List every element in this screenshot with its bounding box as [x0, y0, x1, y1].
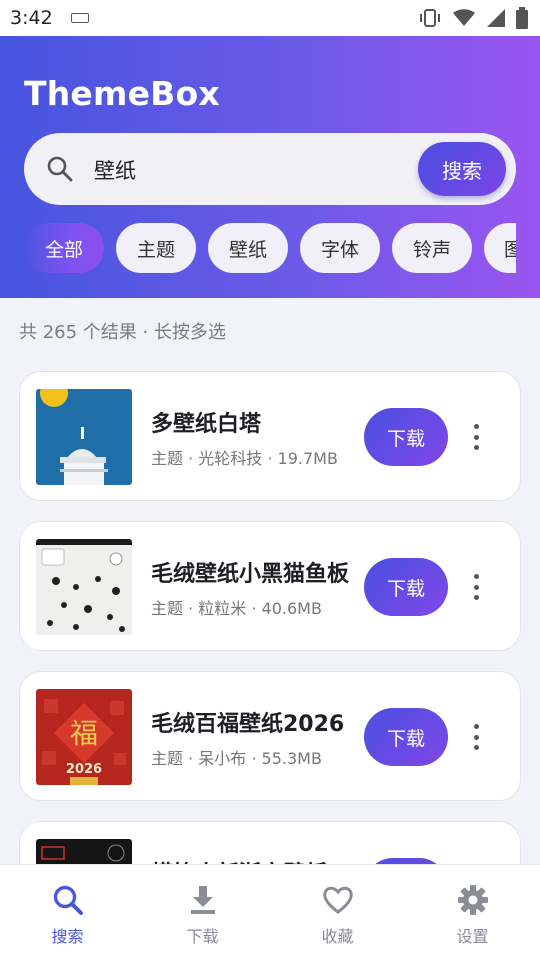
nav-label: 设置 — [456, 927, 489, 946]
app-title: ThemeBox — [24, 74, 220, 113]
nav-download[interactable]: 下载 — [135, 865, 270, 960]
more-options-icon[interactable] — [464, 422, 488, 452]
nav-label: 搜索 — [51, 927, 84, 946]
search-bar[interactable]: 壁纸 搜索 — [24, 133, 516, 205]
year-text: 2026 — [66, 762, 102, 777]
bottom-navigation: 搜索 下载 收藏 设置 — [0, 864, 540, 960]
wifi-icon — [453, 9, 475, 26]
more-options-icon[interactable] — [464, 572, 488, 602]
search-input[interactable]: 壁纸 — [94, 155, 136, 185]
nav-label: 收藏 — [321, 927, 354, 946]
search-button[interactable]: 搜索 — [418, 142, 506, 196]
header: ThemeBox 壁纸 搜索 全部 主题 壁纸 字体 铃声 图 — [0, 36, 540, 298]
search-icon — [53, 885, 83, 915]
item-title: 毛绒壁纸小黑猫鱼板 — [151, 562, 350, 587]
nav-search[interactable]: 搜索 — [0, 865, 135, 960]
item-meta: 主题 · 粒粒米 · 40.6MB — [151, 599, 322, 618]
download-button[interactable]: 下载 — [364, 408, 448, 466]
more-options-icon[interactable] — [464, 722, 488, 752]
item-meta: 主题 · 呆小布 · 55.3MB — [151, 749, 322, 768]
fu-character: 福 — [70, 717, 98, 750]
chip-font[interactable]: 字体 — [300, 223, 380, 273]
keyboard-icon — [70, 13, 89, 23]
chip-more[interactable]: 图 — [484, 223, 516, 273]
heart-icon — [322, 886, 353, 914]
chip-theme[interactable]: 主题 — [116, 223, 196, 273]
search-icon — [47, 156, 73, 182]
item-thumbnail: 福 2026 — [36, 689, 132, 785]
download-button[interactable]: 下载 — [364, 708, 448, 766]
nav-favorites[interactable]: 收藏 — [270, 865, 405, 960]
signal-icon — [487, 9, 505, 27]
result-card[interactable]: 毛绒壁纸小黑猫鱼板 主题 · 粒粒米 · 40.6MB 下载 — [19, 521, 521, 651]
item-title: 多壁纸白塔 — [151, 412, 262, 437]
chip-ringtone[interactable]: 铃声 — [392, 223, 472, 273]
chip-wallpaper[interactable]: 壁纸 — [208, 223, 288, 273]
item-title: 毛绒百福壁纸2026 — [151, 712, 345, 737]
result-card[interactable]: 福 2026 毛绒百福壁纸2026 主题 · 呆小布 · 55.3MB 下载 — [19, 671, 521, 801]
nav-label: 下载 — [186, 927, 219, 946]
status-bar: 3:42 — [0, 0, 540, 36]
item-thumbnail — [36, 539, 132, 635]
item-thumbnail — [36, 389, 132, 485]
download-button[interactable]: 下载 — [364, 558, 448, 616]
vibrate-icon — [420, 9, 440, 27]
status-time: 3:42 — [10, 7, 53, 29]
result-card[interactable]: 多壁纸白塔 主题 · 光轮科技 · 19.7MB 下载 — [19, 371, 521, 501]
status-icons — [418, 7, 528, 29]
results-summary: 共 265 个结果 · 长按多选 — [19, 322, 226, 343]
item-meta: 主题 · 光轮科技 · 19.7MB — [151, 449, 338, 468]
category-chips: 全部 主题 壁纸 字体 铃声 图 — [24, 223, 516, 275]
chip-all[interactable]: 全部 — [24, 223, 104, 273]
battery-icon — [516, 7, 528, 29]
gear-icon — [457, 885, 488, 915]
nav-settings[interactable]: 设置 — [405, 865, 540, 960]
download-icon — [190, 886, 215, 914]
